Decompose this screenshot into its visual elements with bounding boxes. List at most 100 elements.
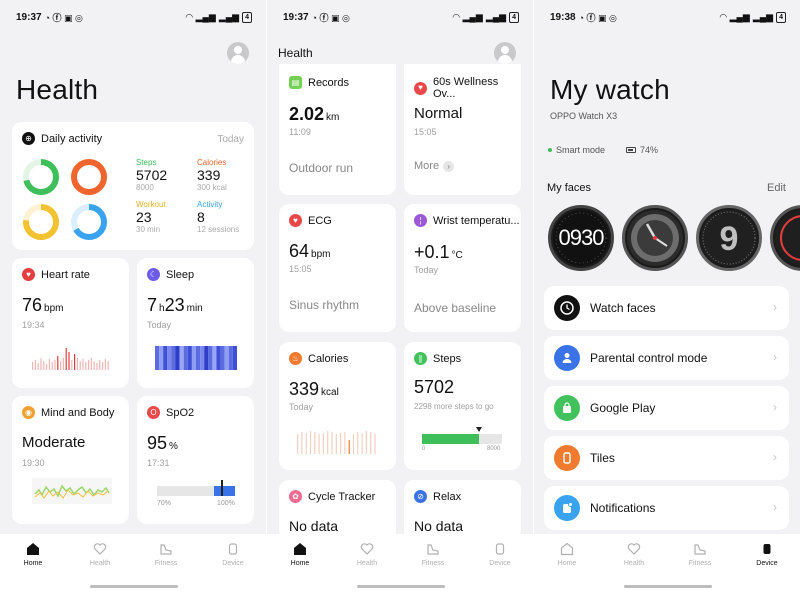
mind-body-card[interactable]: ◉ Mind and Body Moderate 19:30 (12, 396, 129, 524)
card-title: 60s Wellness Ov... (433, 76, 499, 100)
card-title: Cycle Tracker (308, 490, 376, 503)
watch-mode[interactable]: Smart mode (548, 145, 605, 155)
google-play-row[interactable]: Google Play › (544, 386, 789, 430)
wrist-temperature-card[interactable]: ¦ Wrist temperatu... +0.1 °C Today Above … (404, 204, 521, 332)
sleep-segment (224, 346, 229, 370)
svg-text:9: 9 (720, 220, 739, 258)
time: 19:34 (22, 320, 45, 330)
signal-icon-2: ▂▄▆ (752, 11, 774, 22)
goal-marker-icon (476, 427, 483, 432)
steps-stat: Steps 5702 8000 (136, 158, 167, 192)
spo2-value: 95% (147, 433, 178, 454)
row-label: Parental control mode (590, 351, 708, 365)
battery-icon: 4 (509, 11, 519, 23)
steps-card[interactable]: ∥ Steps 5702 2298 more steps to go 0 800… (404, 342, 521, 470)
watch-faces-row[interactable]: Watch faces › (544, 286, 789, 330)
sleep-segment (179, 346, 184, 370)
page-title: Health (16, 74, 99, 105)
avatar[interactable] (227, 42, 249, 64)
tab-fitness[interactable]: Fitness (141, 542, 191, 567)
records-card[interactable]: ▤ Records 2.02 km 11:09 Outdoor run (279, 64, 396, 195)
notifications-row[interactable]: Notifications › (544, 486, 789, 530)
heart-rate-bar (99, 360, 101, 370)
wifi-icon: ◠ (185, 11, 193, 22)
date: Today (147, 320, 172, 330)
watch-model: OPPO Watch X3 (550, 111, 618, 121)
wellness-card[interactable]: ♥ 60s Wellness Ov... Normal 15:05 More › (404, 64, 521, 195)
spo2-card[interactable]: O SpO2 95% 17:31 70% 100% (137, 396, 254, 524)
tab-label: Device (222, 560, 244, 567)
value: 95 (147, 433, 168, 453)
tab-home[interactable]: Home (542, 542, 592, 567)
heart-rate-bar (104, 359, 106, 370)
calories-stat: Calories 339 300 kcal (197, 158, 227, 192)
tab-fitness[interactable]: Fitness (675, 542, 725, 567)
parental-control-row[interactable]: Parental control mode › (544, 336, 789, 380)
tab-label: Home (290, 560, 310, 567)
status-bar: 19:37 ◔ ⓕ ▣ ◎ ◠ ▂▄▆ ▂▄▆ 4 (267, 0, 533, 34)
more-link[interactable]: More › (414, 160, 455, 172)
calories-card[interactable]: ♨ Calories 339 kcal Today (279, 342, 396, 470)
heart-rate-bar (60, 361, 62, 370)
watch-face-4[interactable] (770, 205, 800, 271)
calorie-bar (352, 434, 355, 454)
avatar[interactable] (494, 42, 516, 64)
watch-face-3[interactable]: 9 (696, 205, 762, 271)
calorie-bar (297, 434, 299, 454)
chevron-right-icon: › (773, 400, 777, 414)
calorie-bar (301, 432, 303, 454)
tab-home[interactable]: Home (275, 542, 325, 567)
card-title: Relax (433, 490, 462, 503)
value: 64 (289, 241, 310, 261)
ecg-card[interactable]: ♥ ECG 64 bpm 15:05 Sinus rhythm (279, 204, 396, 332)
calorie-bar (344, 432, 346, 454)
unit: bpm (311, 249, 331, 260)
tiles-row[interactable]: Tiles › (544, 436, 789, 480)
watch-face-1[interactable]: 0930 (548, 205, 614, 271)
heart-outline-icon (93, 543, 107, 555)
card-title: Steps (433, 352, 462, 365)
relax-card[interactable]: ⊘ Relax No data (404, 480, 521, 540)
steps-label: Steps (136, 158, 157, 167)
flame-icon: ♨ (289, 352, 302, 365)
sleep-segment (204, 346, 209, 370)
sleep-segment (212, 346, 217, 370)
heart-check-icon: ♥ (414, 81, 427, 95)
daily-activity-card[interactable]: ⊕ Daily activity Today Steps 5702 8000 C… (12, 122, 254, 250)
home-indicator (357, 585, 445, 588)
tab-health[interactable]: Health (342, 542, 392, 567)
card-title: Wrist temperatu... (433, 214, 520, 227)
steps-value: 5702 (414, 377, 455, 397)
heart-rate-card[interactable]: ♥ Heart rate 76 bpm 19:34 (12, 258, 129, 388)
tab-home[interactable]: Home (8, 542, 58, 567)
sleep-segment (159, 346, 164, 370)
heart-outline-icon (627, 543, 641, 555)
status-time: 19:37 (283, 11, 309, 23)
tab-device[interactable]: Device (475, 542, 525, 567)
page-title: My watch (550, 74, 670, 105)
heart-rate-bar (62, 358, 64, 370)
records-value: 2.02 km (289, 104, 339, 125)
watch-icon (228, 543, 238, 555)
watch-face-2[interactable] (622, 205, 688, 271)
edit-faces-link[interactable]: Edit (767, 182, 786, 194)
tab-device[interactable]: Device (208, 542, 258, 567)
sleep-card[interactable]: ☾ Sleep 7 h23 min Today (137, 258, 254, 388)
calorie-bar (348, 440, 350, 454)
tab-device[interactable]: Device (742, 542, 792, 567)
workout-goal: 30 min (136, 225, 161, 234)
spo2-marker (221, 480, 223, 496)
cycle-value: No data (289, 518, 339, 534)
activity-goal: 12 sessions (197, 225, 240, 234)
tab-health[interactable]: Health (609, 542, 659, 567)
health-home-screen: 19:37 ◔ ⓕ ▣ ◎ ◠ ▂▄▆ ▂▄▆ 4 Health ⊕ Daily… (0, 0, 266, 596)
thermometer-icon: ¦ (414, 214, 427, 227)
signal-icon: ▂▄▆ (462, 11, 483, 22)
cycle-tracker-card[interactable]: ✿ Cycle Tracker No data (279, 480, 396, 540)
tab-label: Fitness (421, 560, 445, 567)
battery-icon: 4 (776, 11, 786, 23)
status-time: 19:38 (550, 11, 576, 23)
tab-fitness[interactable]: Fitness (408, 542, 458, 567)
calorie-bar (305, 433, 307, 454)
tab-health[interactable]: Health (75, 542, 125, 567)
